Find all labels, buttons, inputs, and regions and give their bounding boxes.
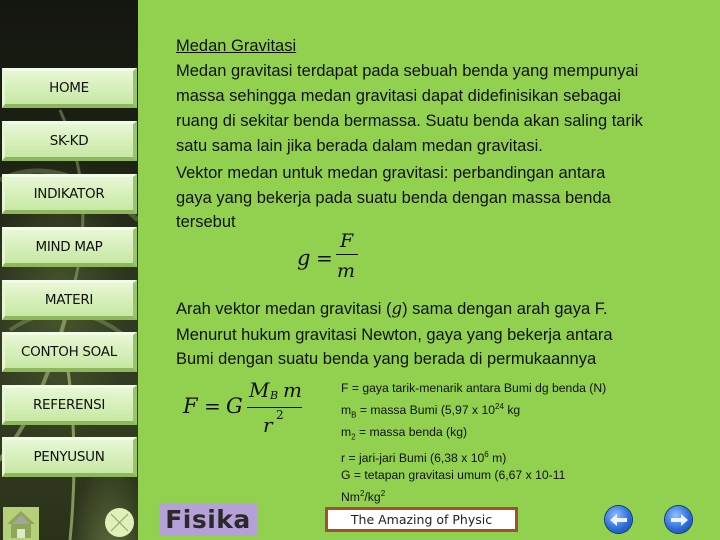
home-icon [7, 511, 35, 538]
legend-line: r = jari-jari Bumi (6,38 x 106 m) [341, 449, 507, 465]
nav-label: REFERENSI [32, 396, 106, 413]
formula-eq: = [204, 394, 221, 418]
sidebar: HOME SK-KD INDIKATOR MIND MAP MATERI CON… [0, 0, 138, 540]
next-button[interactable] [665, 506, 692, 533]
formula-lhs: g [297, 246, 311, 270]
symbol-g: g [391, 299, 403, 318]
arrow-right-icon [670, 513, 688, 526]
nav-label: PENYUSUN [33, 448, 105, 465]
close-circle-icon [110, 513, 129, 532]
formula-den-exp: 2 [276, 408, 284, 422]
formula-eq: = [316, 246, 333, 270]
legend-line: F = gaya tarik-menarik antara Bumi dg be… [341, 381, 607, 395]
nav-button-home[interactable]: HOME [2, 68, 137, 108]
legend-line: G = tetapan gravitasi umum (6,67 x 10-11 [341, 468, 566, 483]
legend-line: m2 = massa benda (kg) [341, 424, 468, 442]
nav-button-referensi[interactable]: REFERENSI [2, 385, 137, 425]
paragraph-line: satu sama lain jika berada dalam medan g… [176, 137, 543, 155]
nav-label: MATERI [44, 291, 94, 308]
paragraph-line: ruang di sekitar benda bermassa. Suatu b… [176, 112, 643, 130]
nav-button-materi[interactable]: MATERI [2, 280, 137, 320]
nav-label: INDIKATOR [33, 185, 105, 202]
variable-legend: F = gaya tarik-menarik antara Bumi dg be… [341, 380, 606, 507]
nav-button-mind-map[interactable]: MIND MAP [2, 227, 137, 267]
home-button[interactable] [3, 507, 39, 540]
nav-button-contoh-soal[interactable]: CONTOH SOAL [2, 332, 137, 372]
fraction-bar [247, 407, 302, 408]
section-title: Medan Gravitasi [176, 37, 297, 55]
formula-num-tail: m [283, 378, 302, 402]
formula-denominator: m [337, 260, 356, 282]
paragraph-line: Bumi dengan suatu benda yang berada di p… [176, 350, 597, 368]
paragraph-line: tersebut [176, 213, 236, 231]
formula-lhs: F [183, 394, 198, 418]
paragraph-line: gaya yang bekerja pada suatu benda denga… [176, 189, 611, 207]
paragraph-line: Menurut hukum gravitasi Newton, gaya yan… [176, 326, 613, 344]
tagline-box: The Amazing of Physic [325, 507, 518, 532]
text-span: ) sama dengan arah gaya F. [402, 300, 608, 318]
fisika-logo: Fisika [159, 503, 257, 536]
text-span: Arah vektor medan gravitasi ( [176, 300, 392, 318]
nav-label: MIND MAP [35, 238, 103, 255]
paragraph-line: Arah vektor medan gravitasi (g) sama den… [176, 296, 608, 322]
formula-num-main: M [249, 378, 270, 402]
legend-line: mB = massa Bumi (5,97 x 1024 kg [341, 401, 521, 420]
fraction-bar [336, 254, 358, 255]
nav-button-sk-kd[interactable]: SK-KD [2, 121, 137, 161]
prev-button[interactable] [605, 506, 632, 533]
tagline-text: The Amazing of Physic [350, 512, 493, 527]
formula-const: G [226, 394, 243, 418]
formula-den: r [263, 413, 273, 437]
paragraph-line: Medan gravitasi terdapat pada sebuah ben… [176, 62, 639, 80]
nav-label: HOME [49, 79, 89, 96]
nav-button-indikator[interactable]: INDIKATOR [2, 174, 137, 214]
close-button[interactable] [105, 508, 134, 537]
nav-label: SK-KD [49, 132, 89, 149]
nav-button-penyusun[interactable]: PENYUSUN [2, 437, 137, 477]
formula-numerator: F [340, 230, 354, 252]
arrow-left-icon [609, 513, 627, 526]
legend-line: Nm2/kg2 [341, 488, 386, 505]
paragraph-line: massa sehingga medan gravitasi dapat did… [176, 87, 621, 105]
nav-label: CONTOH SOAL [21, 343, 117, 360]
paragraph-line: Vektor medan untuk medan gravitasi: perb… [176, 164, 606, 182]
formula-num-sub: B [270, 389, 279, 402]
